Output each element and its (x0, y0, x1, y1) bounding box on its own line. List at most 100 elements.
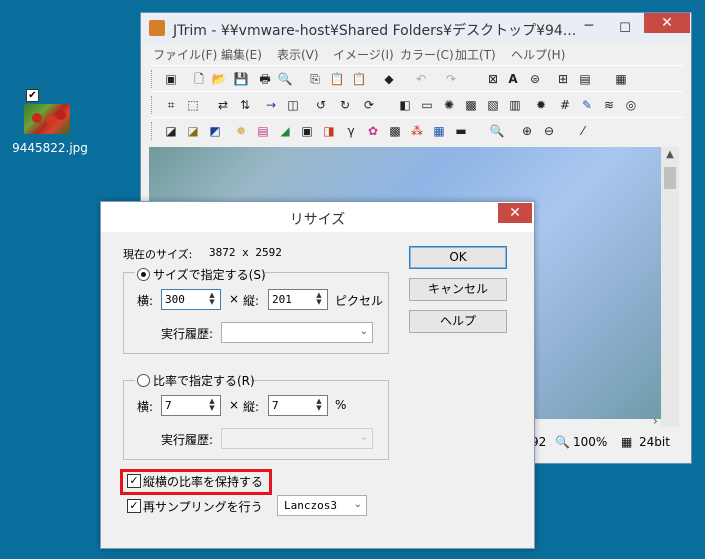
frame-icon[interactable]: ◧ (397, 97, 413, 113)
checker-icon[interactable]: ▩ (387, 123, 403, 139)
scroll-right-arrow-icon[interactable]: › (653, 414, 658, 428)
fit-window-icon[interactable]: ⊠ (485, 71, 501, 87)
list-view-icon[interactable]: ▤ (577, 71, 593, 87)
trim-icon[interactable]: ⬚ (185, 97, 201, 113)
ratio-height-input[interactable]: 7 ▲ ▼ (268, 395, 328, 416)
resample-checkbox[interactable]: ✓ (127, 499, 141, 513)
size-radio[interactable] (137, 268, 150, 281)
capture-icon[interactable]: ◆ (381, 71, 397, 87)
size-width-input[interactable]: 300 ▲ ▼ (161, 289, 221, 310)
spin-arrows-icon[interactable]: ▲ ▼ (206, 398, 218, 412)
ratio-history-select[interactable]: ⌄ (221, 428, 373, 449)
spotlight-icon[interactable]: ✹ (533, 97, 549, 113)
keep-ratio-label[interactable]: 縦横の比率を保持する (143, 473, 263, 490)
new-file-icon[interactable]: 🗋 (191, 71, 207, 87)
scroll-up-arrow-icon[interactable]: ▲ (661, 149, 679, 161)
menu-image[interactable]: イメージ(I) (333, 46, 394, 63)
menu-process[interactable]: 加工(T) (455, 46, 496, 63)
help-button[interactable]: ヘルプ (409, 310, 507, 333)
paste-icon[interactable]: 📋 (329, 71, 345, 87)
canvas-size-icon[interactable]: ◫ (285, 97, 301, 113)
paste-new-icon[interactable]: 📋 (351, 71, 367, 87)
size-history-select[interactable]: ⌄ (221, 322, 373, 343)
pen-icon[interactable]: ✎ (579, 97, 595, 113)
radial-icon[interactable]: ✺ (441, 97, 457, 113)
wave-icon[interactable]: ≋ (601, 97, 617, 113)
levels-icon[interactable]: ◨ (321, 123, 337, 139)
print-preview-icon[interactable]: 🔍 (277, 71, 293, 87)
ratio-width-input[interactable]: 7 ▲ ▼ (161, 395, 221, 416)
pixelate-icon[interactable]: ▥ (507, 97, 523, 113)
hue-icon[interactable]: ◢ (277, 123, 293, 139)
brightness-icon[interactable]: ✵ (233, 123, 249, 139)
desktop-icon-checkbox[interactable]: ✔ (26, 89, 39, 102)
image-thumbnail-icon[interactable] (24, 104, 70, 134)
ratio-radio-label[interactable]: 比率で指定する(R) (153, 372, 255, 389)
menu-file[interactable]: ファイル(F) (153, 46, 217, 63)
grid-menu-icon[interactable]: ▦ (613, 71, 629, 87)
spin-arrows-icon[interactable]: ▲ ▼ (206, 292, 218, 306)
size-unit-label: ピクセル (335, 294, 384, 308)
eyedropper-icon[interactable]: ⁄ (575, 123, 591, 139)
rotate-free-icon[interactable]: ⟳ (361, 97, 377, 113)
color-balance-icon[interactable]: ▤ (255, 123, 271, 139)
grayscale-icon[interactable]: ◪ (163, 123, 179, 139)
keep-ratio-checkbox[interactable]: ✓ (127, 474, 141, 488)
stamp-icon[interactable]: ⊜ (527, 71, 543, 87)
menu-view[interactable]: 表示(V) (277, 46, 319, 63)
redo-icon[interactable]: ↷ (443, 71, 459, 87)
scroll-thumb[interactable] (664, 167, 676, 189)
palette-icon[interactable]: ✿ (365, 123, 381, 139)
undo-icon[interactable]: ↶ (413, 71, 429, 87)
color-grid-icon: ▦ (621, 435, 633, 449)
spin-arrows-icon[interactable]: ▲ ▼ (313, 292, 325, 306)
ratio-radio[interactable] (137, 374, 150, 387)
resample-method-select[interactable]: Lanczos3 ⌄ (277, 495, 367, 516)
print-icon[interactable]: 🖶 (257, 71, 273, 87)
fill-icon[interactable]: ▬ (453, 123, 469, 139)
close-button[interactable]: ✕ (644, 13, 690, 33)
ok-button[interactable]: OK (409, 246, 507, 269)
tile-icon[interactable]: ▧ (485, 97, 501, 113)
negative-icon[interactable]: ◩ (207, 123, 223, 139)
dialog-close-button[interactable]: ✕ (498, 203, 532, 223)
flip-vertical-icon[interactable]: ⇅ (237, 97, 253, 113)
zoom-menu-icon[interactable]: 🔍 (489, 123, 505, 139)
vertical-scrollbar[interactable]: ▲ (661, 147, 679, 427)
swirl-icon[interactable]: ◎ (623, 97, 639, 113)
photo-icon[interactable]: ▣ (299, 123, 315, 139)
menu-color[interactable]: カラー(C) (400, 46, 454, 63)
rotate-left-icon[interactable]: ↺ (313, 97, 329, 113)
open-folder-icon[interactable]: 📂 (211, 71, 227, 87)
sepia-icon[interactable]: ◪ (185, 123, 201, 139)
sharpen-icon[interactable]: # (557, 97, 573, 113)
flip-horizontal-icon[interactable]: ⇄ (215, 97, 231, 113)
status-zoom: 100% (573, 435, 608, 449)
copy-icon[interactable]: ⎘ (307, 71, 323, 87)
rgb-icon[interactable]: ⁂ (409, 123, 425, 139)
desktop-icon-label[interactable]: 9445822.jpg (12, 141, 88, 155)
spin-arrows-icon[interactable]: ▲ ▼ (313, 398, 325, 412)
cancel-button[interactable]: キャンセル (409, 278, 507, 301)
size-height-input[interactable]: 201 ▲ ▼ (268, 289, 328, 310)
rotate-right-icon[interactable]: ↻ (337, 97, 353, 113)
menu-edit[interactable]: 編集(E) (221, 46, 262, 63)
maximize-button[interactable]: ☐ (615, 21, 635, 36)
resize-icon[interactable]: → (263, 97, 279, 113)
minimize-button[interactable]: ─ (579, 19, 599, 34)
mosaic-icon[interactable]: ▩ (463, 97, 479, 113)
gamma-icon[interactable]: γ (343, 123, 359, 139)
zoom-in-icon[interactable]: ⊕ (519, 123, 535, 139)
shadow-icon[interactable]: ▭ (419, 97, 435, 113)
save-icon[interactable]: 💾 (233, 71, 249, 87)
xor-icon[interactable]: ▦ (431, 123, 447, 139)
zoom-out-icon[interactable]: ⊖ (541, 123, 557, 139)
menu-help[interactable]: ヘルプ(H) (511, 46, 565, 63)
resample-label[interactable]: 再サンプリングを行う (143, 498, 263, 515)
text-icon[interactable]: A (505, 71, 521, 87)
crop-icon[interactable]: ⌗ (163, 97, 179, 113)
size-radio-label[interactable]: サイズで指定する(S) (153, 266, 266, 283)
thumbnail-view-icon[interactable]: ⊞ (555, 71, 571, 87)
size-height-label: 縦: (243, 294, 260, 308)
new-window-icon[interactable]: ▣ (163, 71, 179, 87)
